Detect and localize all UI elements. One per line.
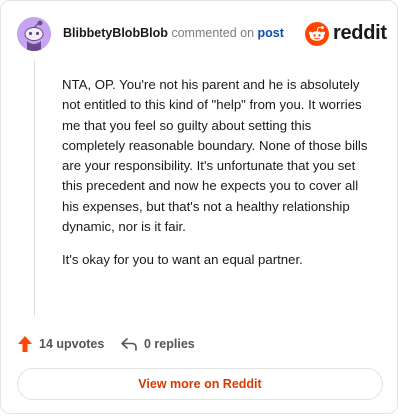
comment-paragraph: It's okay for you to want an equal partn… xyxy=(62,252,303,268)
upvote-arrow-icon xyxy=(18,336,32,352)
comment-paragraph: NTA, OP. You're not his parent and he is… xyxy=(62,77,368,235)
reply-icon xyxy=(121,338,137,351)
action-text: commented on xyxy=(171,26,255,40)
replies-count: 0 replies xyxy=(144,337,195,351)
post-link[interactable]: post xyxy=(258,26,284,40)
comment-body: NTA, OP. You're not his parent and he is… xyxy=(62,75,376,284)
reddit-logo-icon xyxy=(305,22,329,46)
comment-byline: BlibbetyBlobBlob commented on post xyxy=(63,26,284,40)
comment-actions: 14 upvotes 0 replies xyxy=(17,333,381,355)
upvote-count: 14 upvotes xyxy=(39,337,105,351)
user-avatar[interactable] xyxy=(17,17,51,51)
reddit-brand-link[interactable]: reddit xyxy=(305,19,387,49)
upvote-button[interactable]: 14 upvotes xyxy=(17,333,104,355)
view-more-button[interactable]: View more on Reddit xyxy=(17,368,383,400)
reddit-wordmark: reddit xyxy=(333,22,387,44)
replies-button[interactable]: 0 replies xyxy=(120,333,195,355)
embedded-comment-card: BlibbetyBlobBlob commented on post reddi… xyxy=(0,0,398,414)
comment-header: BlibbetyBlobBlob commented on post reddi… xyxy=(17,17,387,51)
snoo-avatar-icon xyxy=(17,17,51,51)
username-link[interactable]: BlibbetyBlobBlob xyxy=(63,26,168,40)
thread-line[interactable] xyxy=(34,59,35,317)
